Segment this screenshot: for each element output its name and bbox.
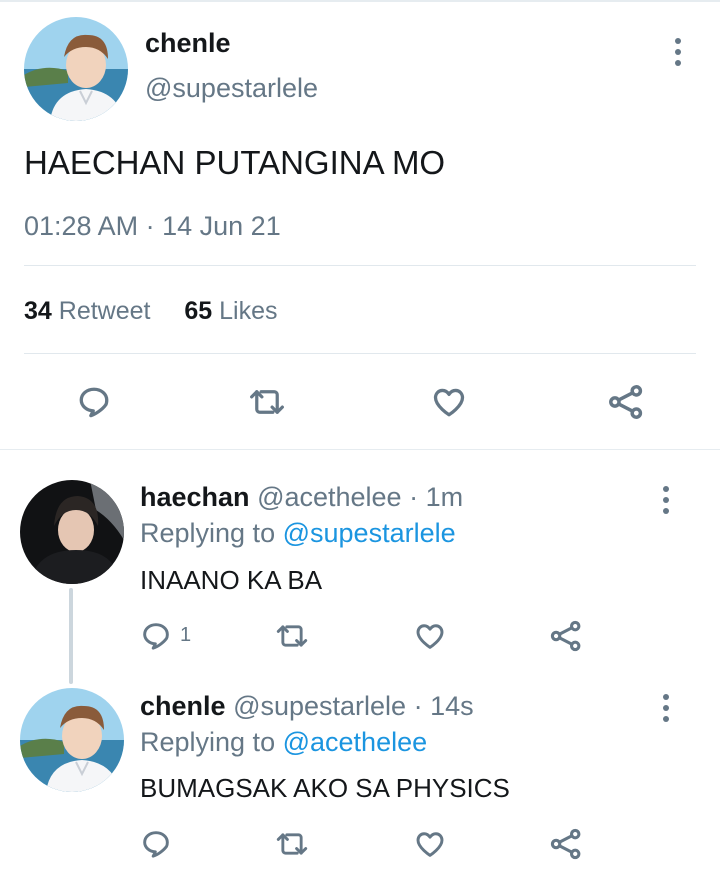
reply-icon[interactable] <box>140 828 172 860</box>
replying-to: Replying to @acethelee <box>140 727 427 758</box>
engagement-stats: 34 Retweet 65 Likes <box>24 297 278 326</box>
tweet-time: 01:28 AM <box>24 211 139 241</box>
section-divider <box>0 449 720 450</box>
display-name[interactable]: chenle <box>140 691 226 721</box>
divider <box>24 353 696 354</box>
user-handle[interactable]: @supestarlele <box>145 73 318 104</box>
retweet-icon[interactable] <box>275 828 309 860</box>
reply-header: chenle @supestarlele · 14s <box>140 691 474 722</box>
tweet-text: HAECHAN PUTANGINA MO <box>24 144 446 181</box>
reply-text: BUMAGSAK AKO SA PHYSICS <box>140 773 510 803</box>
avatar-haechan[interactable] <box>20 480 124 584</box>
reply-count: 1 <box>180 624 192 646</box>
retweet-count[interactable]: 34 <box>24 297 52 325</box>
reply-text: INAANO KA BA <box>140 565 323 595</box>
reply-time: · 1m <box>409 482 464 512</box>
like-label[interactable]: Likes <box>219 297 277 325</box>
retweet-label[interactable]: Retweet <box>59 297 151 325</box>
tweet-timestamp: 01:28 AM · 14 Jun 21 <box>24 211 281 242</box>
replying-to-handle[interactable]: @acethelee <box>283 727 428 757</box>
user-handle[interactable]: @supestarlele <box>233 691 406 721</box>
display-name[interactable]: haechan <box>140 482 250 512</box>
more-options-icon[interactable] <box>660 694 672 722</box>
reply-time: · 14s <box>413 691 474 721</box>
top-border <box>0 0 720 2</box>
reply-icon[interactable] <box>140 620 172 652</box>
replying-to-handle[interactable]: @supestarlele <box>283 518 456 548</box>
thread-line <box>69 588 73 684</box>
like-count[interactable]: 65 <box>184 297 212 325</box>
avatar-chenle[interactable] <box>24 17 128 121</box>
reply-icon[interactable] <box>76 384 112 420</box>
share-icon[interactable] <box>549 827 583 861</box>
timestamp-separator: · <box>145 211 155 241</box>
like-icon[interactable] <box>413 828 447 860</box>
replying-prefix: Replying to <box>140 727 276 757</box>
display-name[interactable]: chenle <box>145 28 231 59</box>
user-handle[interactable]: @acethelee <box>257 482 402 512</box>
like-icon[interactable] <box>413 620 447 652</box>
share-icon[interactable] <box>606 383 646 421</box>
tweet-date: 14 Jun 21 <box>162 211 281 241</box>
reply-header: haechan @acethelee · 1m <box>140 482 463 513</box>
retweet-icon[interactable] <box>275 620 309 652</box>
more-options-icon[interactable] <box>660 486 672 514</box>
avatar-chenle[interactable] <box>20 688 124 792</box>
more-options-icon[interactable] <box>672 38 684 66</box>
replying-to: Replying to @supestarlele <box>140 518 456 549</box>
like-icon[interactable] <box>430 384 468 420</box>
divider <box>24 265 696 266</box>
share-icon[interactable] <box>549 619 583 653</box>
retweet-icon[interactable] <box>248 384 286 420</box>
replying-prefix: Replying to <box>140 518 276 548</box>
